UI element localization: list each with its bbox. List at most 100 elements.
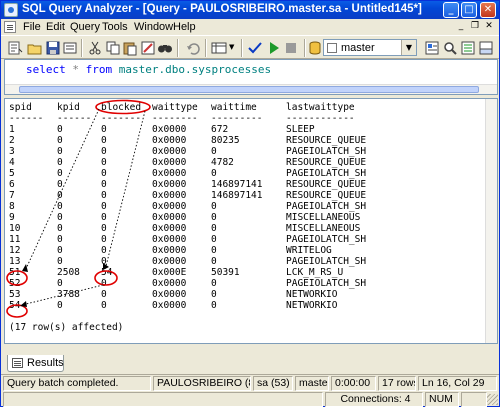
cut-icon[interactable] — [87, 40, 103, 56]
cell-waittype: 0x0000 — [152, 179, 187, 190]
copy-icon[interactable] — [105, 40, 121, 56]
cell-kpid: 3788 — [57, 289, 80, 300]
menu-help[interactable]: Help — [173, 21, 196, 33]
cell-spid: 4 — [9, 157, 15, 168]
cell-lastwaittype: SLEEP — [286, 124, 315, 135]
insert-template-icon[interactable] — [62, 40, 78, 56]
cell-blocked: 0 — [101, 124, 107, 135]
arrow-head-icon — [22, 264, 28, 272]
menu-tools[interactable]: Tools — [102, 21, 128, 33]
title-bar[interactable]: SQL Query Analyzer - [Query - PAULOSRIBE… — [1, 1, 499, 19]
editor-horizontal-scrollbar[interactable] — [5, 84, 497, 94]
keyword-from: from — [85, 63, 113, 76]
cell-waittype: 0x000E — [152, 267, 187, 278]
cell-spid: 2 — [9, 135, 15, 146]
cell-kpid: 2508 — [57, 267, 80, 278]
open-icon[interactable] — [27, 40, 43, 56]
cell-waittime: 0 — [211, 212, 217, 223]
cell-spid: 1 — [9, 124, 15, 135]
arrow-head-icon — [20, 301, 27, 307]
app-status-bar: Connections: 4 NUM — [1, 391, 499, 407]
maximize-button[interactable]: □ — [461, 2, 477, 18]
chevron-down-icon[interactable]: ▼ — [401, 40, 416, 55]
status-position: Ln 16, Col 29 — [418, 376, 497, 391]
status-elapsed: 0:00:00 — [331, 376, 376, 391]
cell-spid: 53 — [9, 289, 21, 300]
cell-spid: 52 — [9, 278, 21, 289]
cell-waittime: 0 — [211, 278, 217, 289]
find-icon[interactable] — [157, 40, 173, 56]
document-icon[interactable] — [4, 21, 16, 33]
minimize-button[interactable]: _ — [443, 2, 459, 18]
cell-blocked: 0 — [101, 223, 107, 234]
undo-icon[interactable] — [185, 40, 201, 56]
query-text[interactable]: select * from master.dbo.sysprocesses — [26, 63, 271, 76]
execute-icon[interactable] — [266, 40, 282, 56]
database-select[interactable]: master ▼ — [323, 39, 417, 56]
cell-lastwaittype: RESOURCE_QUEUE — [286, 135, 367, 146]
doc-close-button[interactable]: ✕ — [483, 21, 495, 32]
cell-waittime: 0 — [211, 256, 217, 267]
current-connection-icon[interactable] — [460, 40, 476, 56]
grid-icon — [12, 358, 23, 368]
cancel-icon[interactable] — [283, 40, 299, 56]
scrollbar-thumb[interactable] — [19, 86, 479, 93]
close-button[interactable]: ✕ — [480, 2, 496, 18]
database-small-icon — [327, 43, 337, 53]
query-editor[interactable]: select * from master.dbo.sysprocesses — [4, 59, 498, 95]
cell-spid: 51 — [9, 267, 21, 278]
cell-lastwaittype: PAGEIOLATCH_SH — [286, 146, 367, 157]
cell-blocked: blocked — [101, 102, 142, 113]
parse-icon[interactable] — [247, 40, 263, 56]
cell-lastwaittype: NETWORKIO — [286, 289, 338, 300]
results-tab-bar: Results — [4, 344, 498, 374]
clear-window-icon[interactable] — [140, 40, 156, 56]
object-browser-icon[interactable] — [424, 40, 440, 56]
menu-query[interactable]: Query — [70, 21, 100, 33]
cell-kpid: 0 — [57, 245, 63, 256]
results-pane[interactable]: spid kpid blocked waittype waittime lastwaitt… — [4, 98, 498, 344]
results-vertical-scrollbar[interactable] — [485, 99, 497, 343]
cell-waittime: 146897141 — [211, 190, 263, 201]
cell-blocked: 0 — [101, 234, 107, 245]
toolbar-separator — [205, 39, 207, 57]
cell-kpid: 0 — [57, 234, 63, 245]
object-search-icon[interactable] — [442, 40, 458, 56]
cell-spid: ------ — [9, 113, 44, 124]
toolbar-separator — [81, 39, 83, 57]
doc-minimize-button[interactable]: _ — [455, 21, 467, 32]
cell-spid: 12 — [9, 245, 21, 256]
cell-waittype: 0x0000 — [152, 289, 187, 300]
resize-grip[interactable] — [487, 394, 498, 405]
cell-lastwaittype: PAGEIOLATCH_SH — [286, 234, 367, 245]
cell-waittype: 0x0000 — [152, 234, 187, 245]
cell-waittime: 4782 — [211, 157, 234, 168]
query-analyzer-window: SQL Query Analyzer - [Query - PAULOSRIBE… — [0, 0, 500, 407]
chevron-down-icon[interactable]: ▼ — [229, 43, 234, 51]
menu-window[interactable]: Window — [134, 21, 173, 33]
cell-lastwaittype: WRITELOG — [286, 245, 332, 256]
cell-blocked: 0 — [101, 256, 107, 267]
cell-waittype: 0x0000 — [152, 135, 187, 146]
app-icon[interactable] — [4, 3, 18, 17]
doc-restore-button[interactable]: ❐ — [469, 21, 481, 32]
menu-edit[interactable]: Edit — [46, 21, 65, 33]
status-rows: 17 rows — [378, 376, 416, 391]
menu-file[interactable]: File — [23, 21, 41, 33]
menu-bar: File Edit Query Tools Window Help _ ❐ ✕ — [1, 19, 499, 35]
results-mode-icon[interactable] — [211, 40, 227, 56]
cell-blocked: 0 — [101, 300, 107, 311]
tab-results[interactable]: Results — [7, 355, 64, 372]
cell-blocked: 0 — [101, 278, 107, 289]
show-results-icon[interactable] — [478, 40, 494, 56]
new-query-icon[interactable] — [7, 40, 23, 56]
cell-kpid: 0 — [57, 179, 63, 190]
paste-icon[interactable] — [122, 40, 138, 56]
cell-waittime: 0 — [211, 146, 217, 157]
cell-waittime: 0 — [211, 245, 217, 256]
cell-waittime: 50391 — [211, 267, 240, 278]
cell-kpid: 0 — [57, 278, 63, 289]
save-icon[interactable] — [45, 40, 61, 56]
cell-kpid: 0 — [57, 124, 63, 135]
rows-affected-message: (17 row(s) affected) — [9, 322, 124, 333]
